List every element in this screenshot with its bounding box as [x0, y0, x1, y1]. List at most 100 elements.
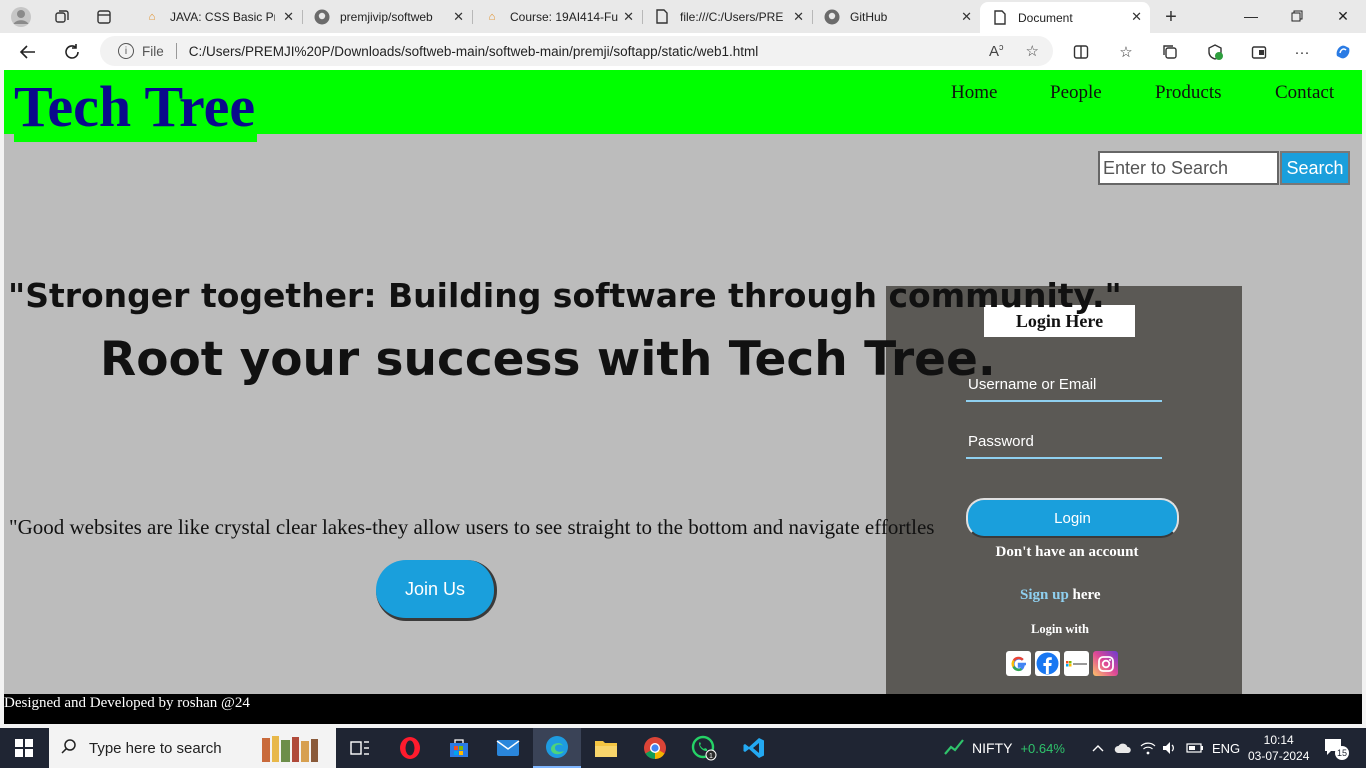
- url-text: C:/Users/PREMJI%20P/Downloads/softweb-ma…: [188, 43, 759, 59]
- no-account-text: Don't have an account: [995, 544, 1139, 560]
- stock-chart-icon: [944, 738, 964, 759]
- close-tab-icon[interactable]: ✕: [453, 9, 464, 25]
- new-tab-icon[interactable]: +: [1160, 6, 1182, 28]
- tab-github[interactable]: GitHub ✕: [812, 2, 980, 31]
- nav-home[interactable]: Home: [951, 82, 997, 104]
- login-button[interactable]: Login: [966, 498, 1179, 538]
- moodle-icon: ⌂: [488, 10, 496, 23]
- input-language[interactable]: ENG: [1212, 728, 1240, 768]
- back-icon[interactable]: [16, 40, 40, 64]
- battery-icon[interactable]: [1186, 728, 1204, 768]
- clock-date: 03-07-2024: [1248, 749, 1310, 763]
- restore-icon[interactable]: [1274, 4, 1320, 28]
- windows-start-icon[interactable]: [0, 728, 48, 768]
- profile-icon[interactable]: [10, 6, 32, 28]
- signup-suffix: here: [1068, 587, 1101, 603]
- tab-local-file[interactable]: file:///C:/Users/PRE ✕: [642, 2, 813, 31]
- tab-premjivip-softweb[interactable]: premjivip/softweb ✕: [302, 2, 473, 31]
- signup-line: Sign up here: [1020, 587, 1101, 604]
- nav-products[interactable]: Products: [1155, 82, 1222, 104]
- tab-title: JAVA: CSS Basic Proj: [170, 9, 275, 24]
- split-screen-icon[interactable]: [1070, 41, 1092, 63]
- info-icon[interactable]: i: [118, 43, 134, 59]
- hero-slogan: Root your success with Tech Tree.: [100, 332, 996, 387]
- network-icon[interactable]: [1140, 728, 1156, 768]
- microsoft-icon[interactable]: [1064, 651, 1089, 676]
- onedrive-icon[interactable]: [1114, 728, 1132, 768]
- copilot-icon[interactable]: [1332, 41, 1354, 63]
- show-hidden-icons[interactable]: [1092, 728, 1104, 768]
- taskbar-search[interactable]: Type here to search: [49, 728, 336, 768]
- close-tab-icon[interactable]: ✕: [283, 9, 294, 25]
- instagram-icon[interactable]: [1093, 651, 1118, 676]
- nav-people[interactable]: People: [1050, 82, 1102, 104]
- edge-taskbar-icon[interactable]: [533, 728, 581, 768]
- signup-link[interactable]: Sign up: [1020, 587, 1069, 603]
- stock-widget[interactable]: NIFTY +0.64%: [944, 728, 1065, 768]
- omnibox-tools: Aↄ ☆: [989, 42, 1039, 60]
- close-tab-icon[interactable]: ✕: [961, 9, 972, 25]
- stock-name: NIFTY: [972, 740, 1013, 756]
- search-icon: [61, 738, 77, 758]
- join-us-button[interactable]: Join Us: [376, 560, 497, 621]
- more-menu-icon[interactable]: ···: [1291, 41, 1313, 63]
- tab-document[interactable]: Document ✕: [980, 2, 1150, 33]
- moodle-icon: ⌂: [148, 10, 156, 23]
- taskbar-search-placeholder: Type here to search: [89, 739, 222, 757]
- notification-center-icon[interactable]: 15: [1322, 728, 1350, 768]
- document-icon: [992, 10, 1008, 26]
- clock-time: 10:14: [1263, 733, 1294, 747]
- tab-actions-icon[interactable]: [93, 6, 115, 28]
- chrome-icon[interactable]: [631, 728, 679, 768]
- tab-course[interactable]: ⌂ Course: 19AI414-Fu ✕: [472, 2, 643, 31]
- read-aloud-icon[interactable]: Aↄ: [989, 42, 1004, 60]
- svg-text:1: 1: [709, 753, 713, 760]
- microsoft-store-icon[interactable]: [435, 728, 483, 768]
- address-input[interactable]: i File C:/Users/PREMJI%20P/Downloads/sof…: [100, 36, 1053, 66]
- vscode-icon[interactable]: [730, 728, 778, 768]
- close-tab-icon[interactable]: ✕: [1131, 9, 1142, 25]
- volume-icon[interactable]: [1162, 728, 1178, 768]
- search-input[interactable]: [1098, 151, 1279, 185]
- extensions-icon[interactable]: [1248, 41, 1270, 63]
- websites-quote: "Good websites are like crystal clear la…: [9, 515, 935, 539]
- tab-title: file:///C:/Users/PRE: [680, 9, 784, 24]
- browser-tab-bar: ⌂ JAVA: CSS Basic Proj ✕ premjivip/softw…: [0, 0, 1366, 33]
- whatsapp-icon[interactable]: 1: [680, 728, 728, 768]
- tab-title: GitHub: [850, 9, 888, 24]
- login-with-label: Login with: [1031, 622, 1090, 636]
- stock-change: +0.64%: [1020, 740, 1065, 756]
- browser-essentials-icon[interactable]: [1204, 41, 1226, 63]
- windows-taskbar: Type here to search 1 NIFTY +0.64% ENG 1…: [0, 728, 1366, 768]
- opera-icon[interactable]: [386, 728, 434, 768]
- github-icon: [824, 9, 840, 25]
- community-quote: "Stronger together: Building software th…: [8, 276, 1122, 315]
- close-window-icon[interactable]: ✕: [1320, 4, 1366, 28]
- clock[interactable]: 10:14 03-07-2024: [1248, 728, 1309, 768]
- favorites-icon[interactable]: ☆: [1115, 41, 1137, 63]
- refresh-icon[interactable]: [60, 40, 84, 64]
- file-icon: [654, 9, 670, 25]
- address-bar-row: i File C:/Users/PREMJI%20P/Downloads/sof…: [0, 33, 1366, 70]
- minimize-icon[interactable]: —: [1228, 4, 1274, 28]
- divider: [175, 43, 177, 59]
- file-explorer-icon[interactable]: [582, 728, 630, 768]
- search-button[interactable]: Search: [1280, 151, 1350, 185]
- favorite-star-icon[interactable]: ☆: [1026, 42, 1039, 60]
- google-icon[interactable]: [1006, 651, 1031, 676]
- site-footer: Designed and Developed by roshan @24: [4, 694, 1362, 724]
- workspaces-icon[interactable]: [51, 6, 73, 28]
- collections-icon[interactable]: [1159, 41, 1181, 63]
- facebook-icon[interactable]: [1035, 651, 1060, 676]
- notification-count: 15: [1337, 748, 1347, 758]
- mail-icon[interactable]: [484, 728, 532, 768]
- password-field[interactable]: [966, 425, 1162, 459]
- tab-java-css[interactable]: ⌂ JAVA: CSS Basic Proj ✕: [132, 2, 303, 31]
- site-logo: Tech Tree: [14, 74, 258, 142]
- task-view-icon[interactable]: [336, 728, 384, 768]
- nav-contact[interactable]: Contact: [1275, 82, 1334, 104]
- page-viewport: Home People Products Contact Tech Tree S…: [4, 70, 1362, 724]
- tab-title: Course: 19AI414-Fu: [510, 9, 619, 24]
- close-tab-icon[interactable]: ✕: [623, 9, 634, 25]
- close-tab-icon[interactable]: ✕: [793, 9, 804, 25]
